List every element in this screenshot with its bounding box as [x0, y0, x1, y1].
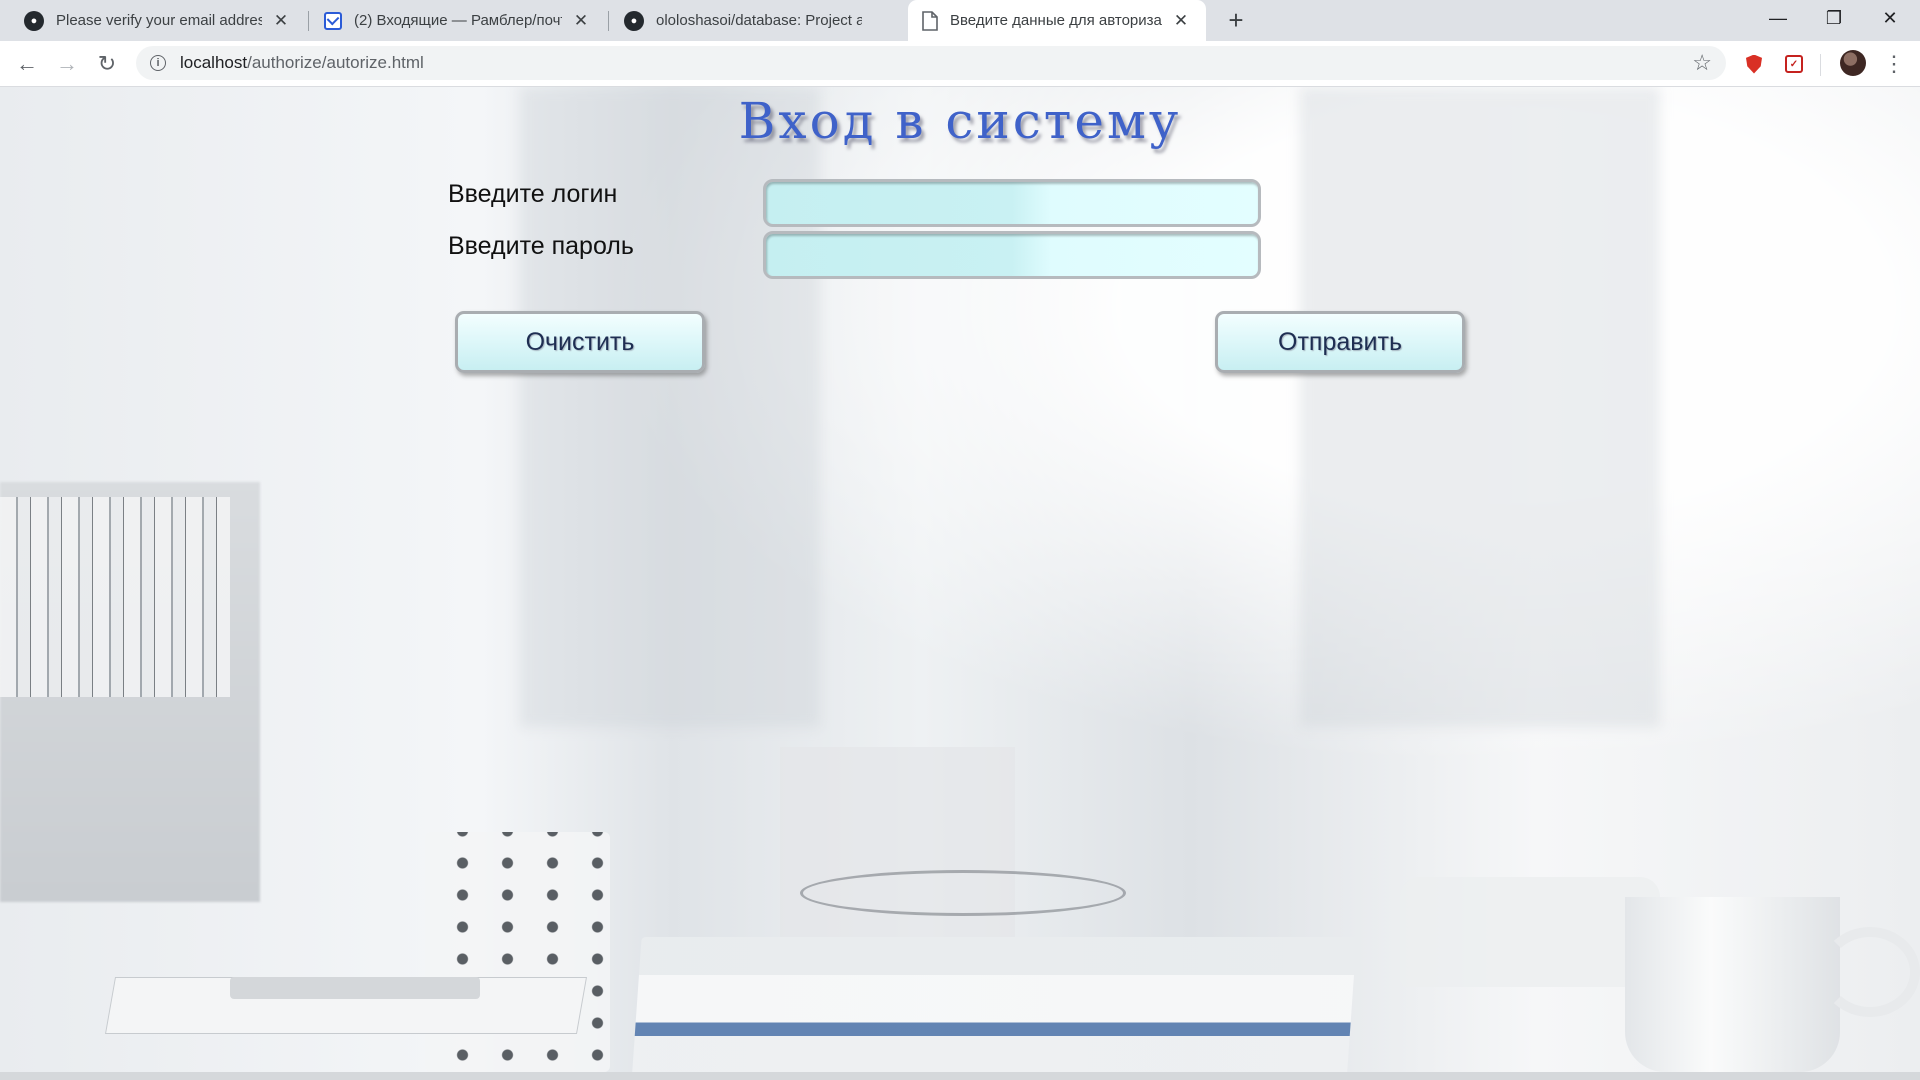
- reload-icon[interactable]: ↻: [92, 49, 122, 79]
- tab-strip: ● Please verify your email address ✕ (2)…: [0, 0, 1920, 41]
- tab-verify-email[interactable]: ● Please verify your email address ✕: [10, 0, 306, 41]
- password-input[interactable]: [763, 231, 1261, 279]
- browser-toolbar: ← → ↻ i localhost/authorize/autorize.htm…: [0, 41, 1920, 87]
- background-photo: [1300, 87, 1660, 727]
- background-photo: [628, 937, 1357, 1080]
- tab-separator: [308, 11, 309, 31]
- more-menu-icon[interactable]: ⋮: [1880, 50, 1908, 78]
- background-photo: [230, 977, 480, 999]
- tab-title: (2) Входящие — Рамблер/почта: [354, 12, 562, 29]
- submit-button[interactable]: Отправить: [1215, 311, 1465, 373]
- background-photo: [1820, 927, 1920, 1017]
- background-photo: [425, 832, 610, 1072]
- profile-avatar[interactable]: [1840, 50, 1866, 76]
- tab-rambler-mail[interactable]: (2) Входящие — Рамблер/почта ✕: [310, 0, 606, 41]
- url-path: /authorize/autorize.html: [247, 53, 424, 72]
- tab-title: Введите данные для авторизац: [950, 12, 1162, 29]
- page-viewport: Вход в систему Введите логин Введите пар…: [0, 87, 1920, 1080]
- close-window-icon[interactable]: ✕: [1862, 0, 1918, 36]
- tab-separator: [608, 11, 609, 31]
- password-label: Введите пароль: [448, 232, 634, 260]
- background-photo: [0, 1072, 1920, 1080]
- address-bar[interactable]: i localhost/authorize/autorize.html ☆: [136, 46, 1726, 80]
- back-arrow-icon[interactable]: ←: [12, 49, 42, 79]
- background-photo: [1625, 897, 1840, 1072]
- close-icon[interactable]: ✕: [1170, 10, 1192, 32]
- background-photo: [1400, 877, 1660, 987]
- url-text[interactable]: localhost/authorize/autorize.html: [180, 53, 424, 73]
- login-input[interactable]: [763, 179, 1261, 227]
- github-icon: ●: [24, 10, 44, 31]
- tab-title: ololoshasoi/database: Project at: [656, 12, 862, 29]
- info-icon[interactable]: i: [150, 55, 166, 71]
- background-photo: [800, 870, 1126, 916]
- clear-button[interactable]: Очистить: [455, 311, 705, 373]
- pocket-extension-icon[interactable]: ✓: [1782, 52, 1806, 76]
- background-photo: [0, 497, 230, 697]
- page-title: Вход в систему: [738, 92, 1182, 150]
- bookmark-star-icon[interactable]: ☆: [1692, 50, 1712, 76]
- mail-icon: [324, 11, 342, 30]
- url-host: localhost: [180, 53, 248, 72]
- shield-extension-icon[interactable]: [1742, 52, 1766, 76]
- close-icon[interactable]: ✕: [270, 10, 292, 32]
- background-photo: [780, 747, 1015, 947]
- tab-github-database[interactable]: ● ololoshasoi/database: Project at ✕: [610, 0, 906, 41]
- tab-authorize[interactable]: Введите данные для авторизац ✕: [908, 0, 1206, 41]
- minimize-icon[interactable]: —: [1750, 0, 1806, 36]
- restore-icon[interactable]: ❐: [1806, 0, 1862, 36]
- forward-arrow-icon[interactable]: →: [52, 49, 82, 79]
- page-icon: [922, 10, 938, 31]
- toolbar-divider: [1820, 54, 1821, 76]
- login-label: Введите логин: [448, 180, 618, 208]
- new-tab-button[interactable]: +: [1222, 5, 1250, 35]
- github-icon: ●: [624, 10, 644, 31]
- close-icon[interactable]: ✕: [570, 10, 592, 32]
- tab-title: Please verify your email address: [56, 12, 262, 29]
